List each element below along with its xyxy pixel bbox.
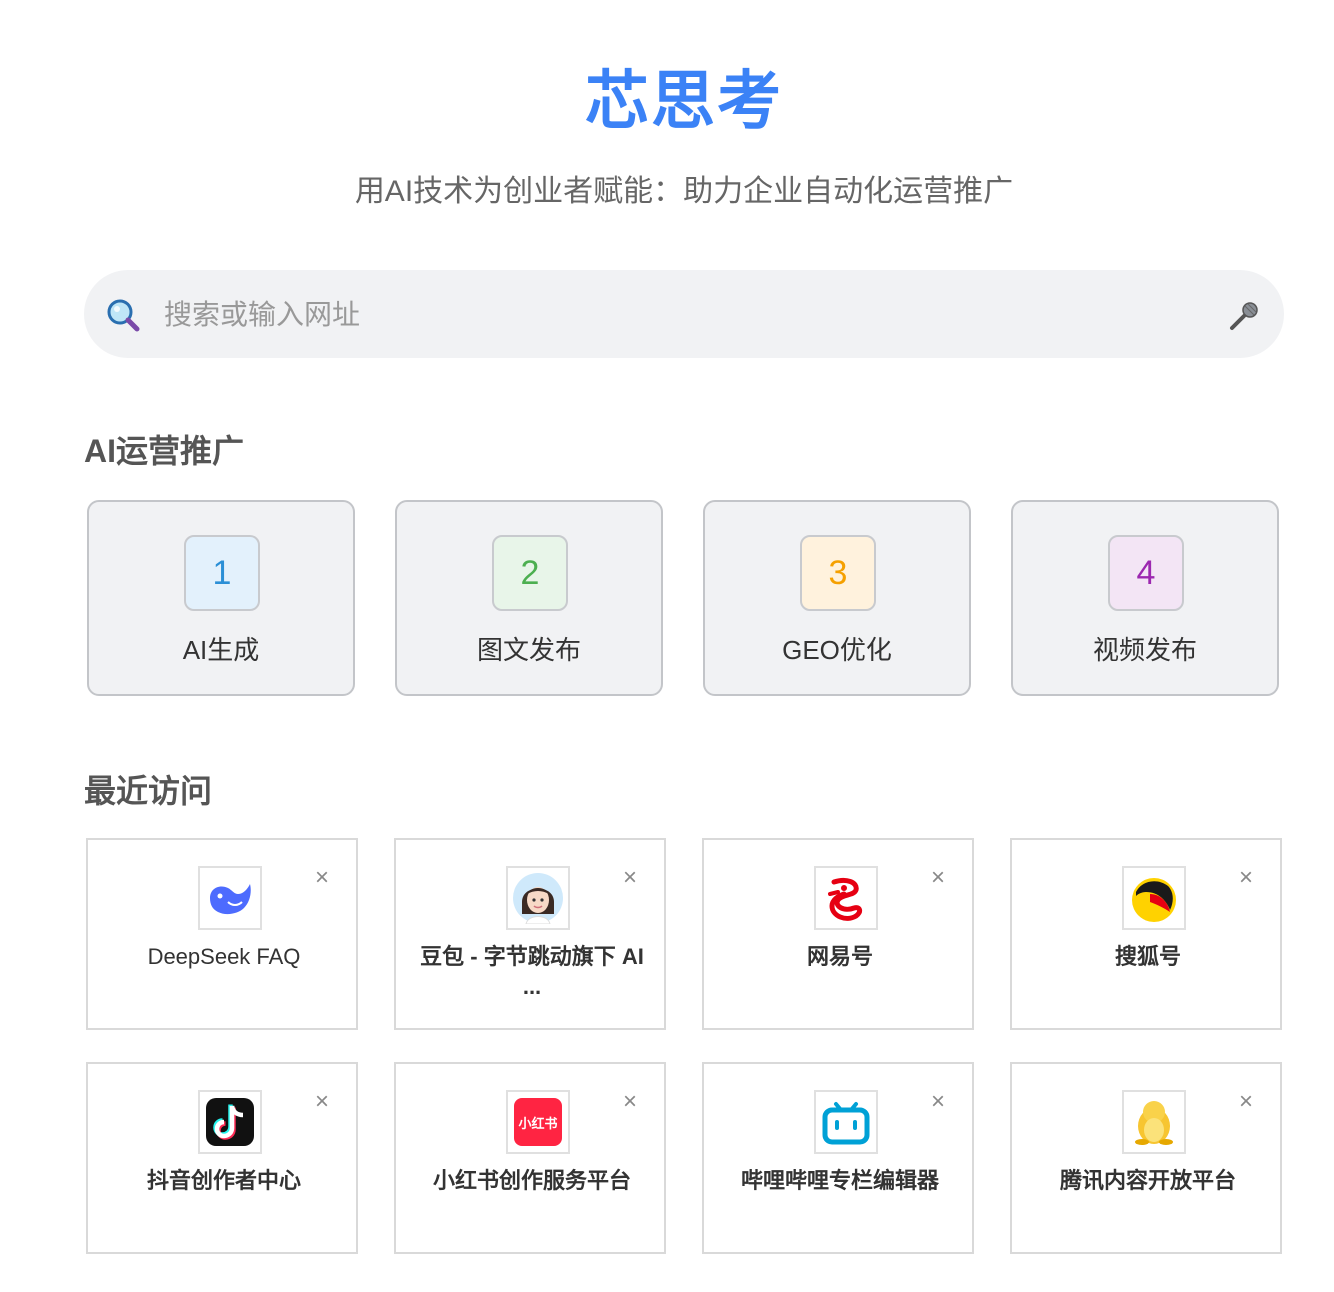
microphone-icon[interactable]: [1226, 298, 1262, 334]
recent-item-name: 哔哩哔哩专栏编辑器: [740, 1168, 939, 1193]
card-label: 视频发布: [1092, 635, 1197, 665]
ai-card-geo-optimize[interactable]: 3 GEO优化: [703, 500, 971, 696]
douyin-icon: [198, 1090, 262, 1154]
number-badge: 3: [800, 535, 876, 611]
search-input[interactable]: [162, 288, 1246, 342]
app-title: 芯思考: [585, 65, 783, 137]
number-badge: 4: [1108, 535, 1184, 611]
card-label: GEO优化: [782, 635, 892, 665]
close-icon[interactable]: ×: [926, 1088, 950, 1116]
section-title-ai: AI运营推广: [84, 433, 245, 469]
netease-icon: [814, 866, 878, 930]
recent-item-doubao[interactable]: × 豆包 - 字节跳动旗下 AI ...: [394, 838, 666, 1030]
recent-item-bilibili[interactable]: × 哔哩哔哩专栏编辑器: [702, 1062, 974, 1254]
recent-item-name: 豆包 - 字节跳动旗下 AI ...: [420, 944, 644, 999]
search-icon[interactable]: [106, 298, 140, 332]
number-badge: 1: [184, 535, 260, 611]
ai-card-generate[interactable]: 1 AI生成: [87, 500, 355, 696]
bilibili-tv-icon: [814, 1090, 878, 1154]
deepseek-whale-icon: [198, 866, 262, 930]
recent-item-douyin[interactable]: × 抖音创作者中心: [86, 1062, 358, 1254]
recent-item-tencent[interactable]: × 腾讯内容开放平台: [1010, 1062, 1282, 1254]
doubao-avatar-icon: [506, 866, 570, 930]
recent-item-deepseek[interactable]: × DeepSeek FAQ: [86, 838, 358, 1030]
close-icon[interactable]: ×: [1234, 1088, 1258, 1116]
recent-item-name: 小红书创作服务平台: [432, 1168, 631, 1193]
search-bar[interactable]: [84, 270, 1284, 358]
recent-item-name: 腾讯内容开放平台: [1059, 1168, 1236, 1193]
recent-item-name: 网易号: [806, 944, 873, 969]
close-icon[interactable]: ×: [310, 1088, 334, 1116]
section-title-recent: 最近访问: [84, 773, 213, 809]
recent-item-netease[interactable]: × 网易号: [702, 838, 974, 1030]
close-icon[interactable]: ×: [618, 864, 642, 892]
close-icon[interactable]: ×: [310, 864, 334, 892]
xiaohongshu-icon: 小红书: [506, 1090, 570, 1154]
close-icon[interactable]: ×: [618, 1088, 642, 1116]
recent-item-xiaohongshu[interactable]: 小红书 × 小红书创作服务平台: [394, 1062, 666, 1254]
card-label: 图文发布: [476, 635, 581, 665]
tencent-penguin-icon: [1122, 1090, 1186, 1154]
xiaohongshu-logo-text: 小红书: [518, 1115, 558, 1131]
close-icon[interactable]: ×: [926, 864, 950, 892]
tagline: 用AI技术为创业者赋能：助力企业自动化运营推广: [354, 175, 1014, 208]
card-label: AI生成: [182, 635, 260, 665]
ai-card-article-publish[interactable]: 2 图文发布: [395, 500, 663, 696]
recent-item-name: 搜狐号: [1114, 944, 1181, 969]
close-icon[interactable]: ×: [1234, 864, 1258, 892]
sohu-fox-icon: [1122, 866, 1186, 930]
recent-item-name: DeepSeek FAQ: [147, 944, 301, 969]
number-badge: 2: [492, 535, 568, 611]
ai-card-video-publish[interactable]: 4 视频发布: [1011, 500, 1279, 696]
recent-item-name: 抖音创作者中心: [146, 1168, 301, 1193]
recent-item-sohu[interactable]: × 搜狐号: [1010, 838, 1282, 1030]
